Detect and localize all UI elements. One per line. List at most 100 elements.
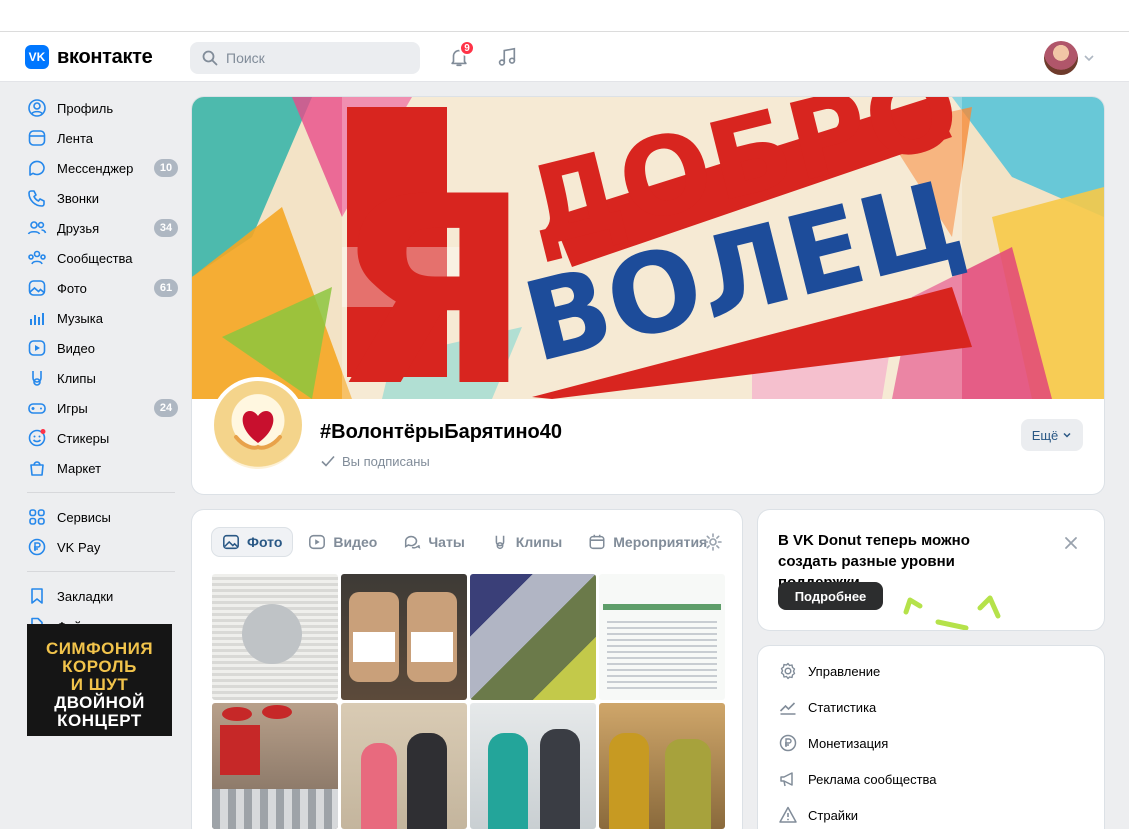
notifications-button[interactable]: 9 [446, 40, 475, 70]
video-icon [309, 534, 326, 550]
subscribed-label: Вы подписаны [342, 453, 430, 469]
photo-thumbnail[interactable] [341, 703, 467, 829]
sidebar-item-games[interactable]: Игры 24 [0, 393, 185, 423]
messenger-icon [27, 158, 47, 178]
count-badge: 61 [154, 279, 178, 297]
sidebar-item-services[interactable]: Сервисы [0, 502, 185, 532]
donut-more-button[interactable]: Подробнее [778, 582, 883, 610]
stats-icon [778, 697, 798, 717]
group-cover: ДОБРО ВОЛЕЦ Я [192, 97, 1104, 399]
clips-icon [495, 535, 505, 550]
sidebar-item-label: Стикеры [57, 430, 110, 446]
music-player-button[interactable] [494, 44, 520, 70]
ruble-icon [778, 733, 798, 753]
promo-line: КОРОЛЬ [62, 657, 137, 677]
more-label: Ещё [1031, 427, 1059, 443]
user-avatar[interactable] [1044, 41, 1078, 75]
subscription-status[interactable]: Вы подписаны [320, 453, 430, 469]
manage-item-stats[interactable]: Статистика [758, 689, 1104, 725]
sidebar-item-music[interactable]: Музыка [0, 303, 185, 333]
more-button[interactable]: Ещё [1021, 419, 1083, 451]
services-icon [27, 507, 47, 527]
manage-item-label: Реклама сообщества [808, 771, 937, 787]
photo-thumbnail[interactable] [599, 703, 725, 829]
manage-item-ads[interactable]: Реклама сообщества [758, 761, 1104, 797]
manage-item-label: Управление [808, 663, 881, 679]
tab-video[interactable]: Видео [298, 528, 387, 556]
clips-icon [27, 368, 47, 388]
sidebar-item-label: Сервисы [57, 509, 111, 525]
manage-card: Управление Статистика Монетизация Реклама с… [758, 646, 1104, 829]
search-box[interactable] [190, 42, 420, 74]
manage-item-label: Монетизация [808, 735, 889, 751]
settings-icon [778, 661, 798, 681]
promo-line: ДВОЙНОЙ [54, 692, 145, 712]
sidebar-item-label: Мессенджер [57, 160, 134, 176]
group-avatar[interactable] [210, 377, 306, 473]
music-note-icon [498, 47, 516, 66]
sidebar: Профиль Лента Мессенджер 10 Звонки Друзья 34 Со… [0, 93, 185, 701]
tab-clips[interactable]: Клипы [481, 528, 572, 556]
sidebar-item-clips[interactable]: Клипы [0, 363, 185, 393]
sidebar-item-label: Видео [57, 340, 95, 356]
tab-events[interactable]: Мероприятия [578, 528, 717, 556]
sidebar-item-stickers[interactable]: Стикеры [0, 423, 185, 453]
sidebar-item-profile[interactable]: Профиль [0, 93, 185, 123]
sidebar-item-vkpay[interactable]: VK Pay [0, 532, 185, 562]
photo-thumbnail[interactable] [470, 703, 596, 829]
manage-item-warning[interactable]: Страйки [758, 797, 1104, 829]
chevron-down-icon[interactable] [1083, 52, 1095, 64]
manage-item-settings[interactable]: Управление [758, 653, 1104, 689]
chevron-down-icon [1063, 432, 1071, 438]
tab-label: Фото [247, 534, 283, 550]
video-icon [27, 338, 47, 358]
sidebar-item-bookmark[interactable]: Закладки [0, 581, 185, 611]
photo-thumbnail[interactable] [341, 574, 467, 700]
promo-banner[interactable]: СИМФОНИЯ КОРОЛЬ И ШУТ ДВОЙНОЙ КОНЦЕРТ [27, 624, 172, 736]
photo-icon [27, 278, 47, 298]
tab-chats[interactable]: Чаты [393, 528, 474, 556]
count-badge: 34 [154, 219, 178, 237]
doodle-decoration-icon [903, 595, 1001, 630]
photo-thumbnail[interactable] [599, 574, 725, 700]
games-icon [27, 398, 47, 418]
photo-thumbnail[interactable] [212, 703, 338, 829]
search-input[interactable] [226, 50, 406, 66]
close-button[interactable] [1061, 533, 1081, 553]
promo-line: И ШУТ [70, 675, 129, 695]
group-header-card: ДОБРО ВОЛЕЦ Я #ВолонтёрыБарятино40 Вы по… [192, 97, 1104, 494]
sidebar-item-photo[interactable]: Фото 61 [0, 273, 185, 303]
sidebar-item-friends[interactable]: Друзья 34 [0, 213, 185, 243]
cover-image: ДОБРО ВОЛЕЦ Я [192, 97, 1104, 399]
gear-icon[interactable] [703, 532, 723, 552]
heart-hands-icon [214, 381, 302, 469]
sidebar-item-messenger[interactable]: Мессенджер 10 [0, 153, 185, 183]
photo-icon [223, 534, 239, 550]
sidebar-item-label: Маркет [57, 460, 102, 476]
close-icon [1065, 537, 1077, 549]
photo-thumbnail[interactable] [470, 574, 596, 700]
manage-item-ruble[interactable]: Монетизация [758, 725, 1104, 761]
donut-banner-card: В VK Donut теперь можно создать разные у… [758, 510, 1104, 630]
sidebar-item-video[interactable]: Видео [0, 333, 185, 363]
sidebar-item-label: VK Pay [57, 539, 101, 555]
divider [27, 492, 175, 493]
photo-thumbnail[interactable] [212, 574, 338, 700]
phone-icon [27, 188, 47, 208]
sidebar-item-feed[interactable]: Лента [0, 123, 185, 153]
sidebar-item-market[interactable]: Маркет [0, 453, 185, 483]
header: VK вконтакте 9 [0, 32, 1129, 82]
tab-photo[interactable]: Фото [212, 528, 293, 556]
sidebar-item-label: Фото [57, 280, 87, 296]
calendar-icon [589, 534, 605, 550]
vk-logo[interactable]: VK вконтакте [25, 45, 153, 69]
sidebar-item-label: Звонки [57, 190, 99, 206]
friends-icon [27, 218, 47, 238]
sidebar-item-label: Клипы [57, 370, 96, 386]
sidebar-item-label: Игры [57, 400, 88, 416]
check-icon [321, 455, 335, 467]
sidebar-item-phone[interactable]: Звонки [0, 183, 185, 213]
sidebar-item-communities[interactable]: Сообщества [0, 243, 185, 273]
logo-text: вконтакте [57, 45, 153, 68]
search-icon [202, 50, 218, 66]
